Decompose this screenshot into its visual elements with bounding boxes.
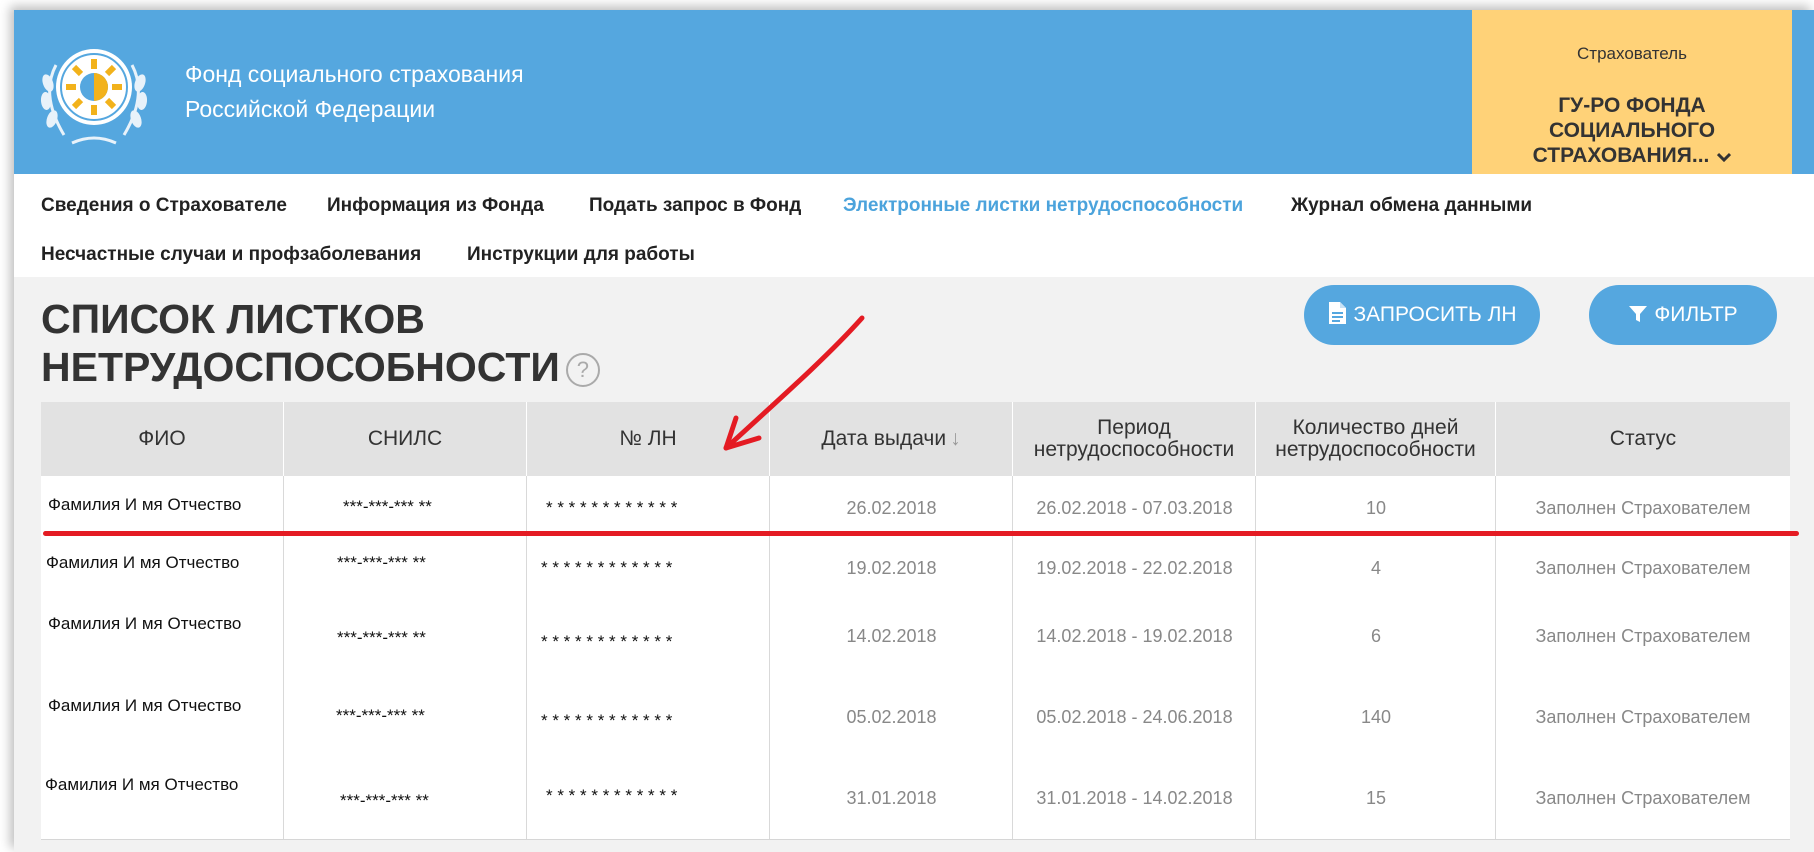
app-window: Фонд социального страхования Российской … <box>14 10 1814 852</box>
screenshot-frame: Фонд социального страхования Российской … <box>0 0 1814 852</box>
annotation-arrow-icon <box>723 315 865 451</box>
